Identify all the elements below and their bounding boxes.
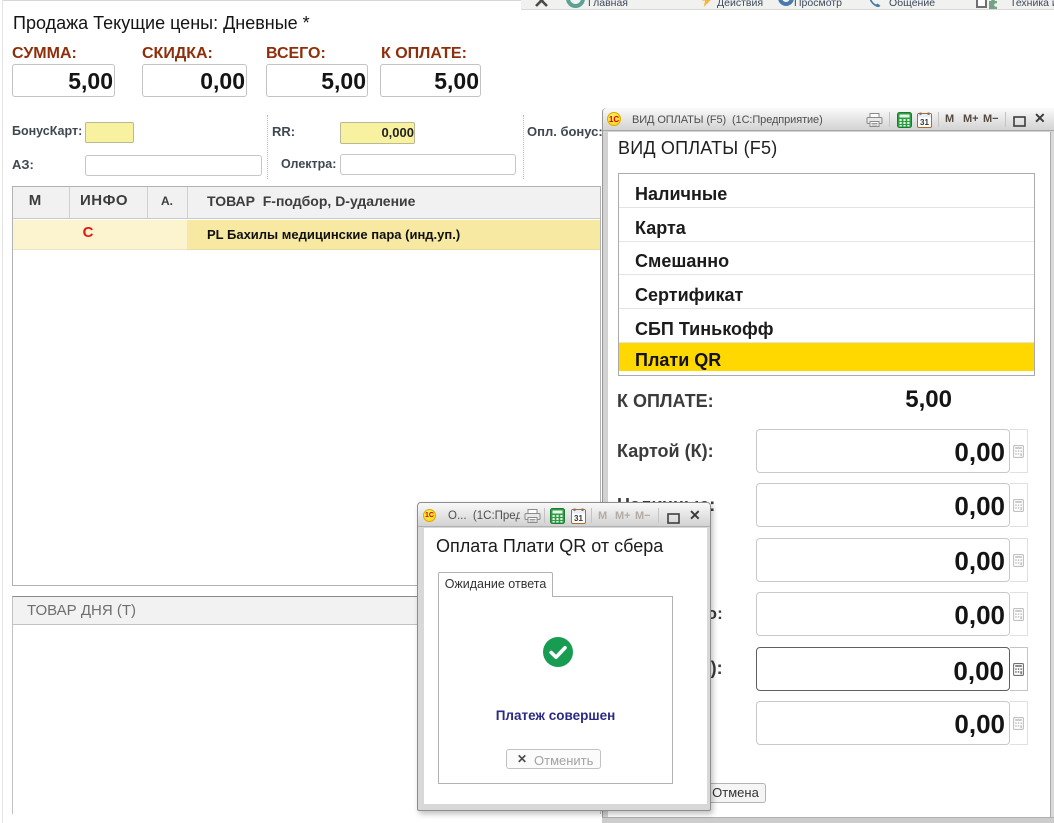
svg-text:31: 31 xyxy=(574,514,583,523)
svg-text:31: 31 xyxy=(920,118,929,127)
